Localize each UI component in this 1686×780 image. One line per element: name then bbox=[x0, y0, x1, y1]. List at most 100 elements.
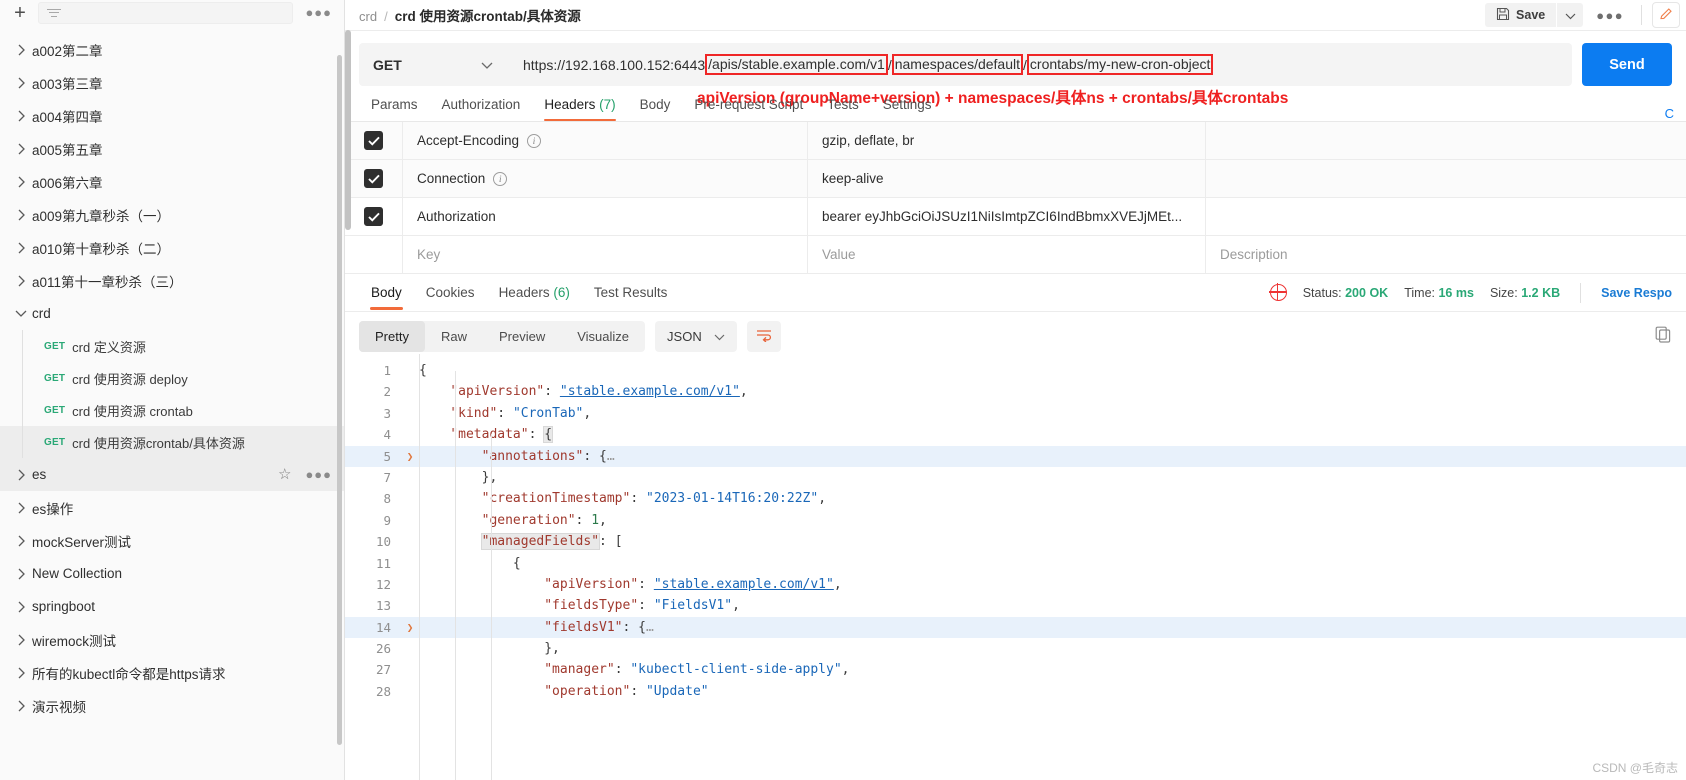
collection-row[interactable]: a004第四章 bbox=[0, 99, 344, 132]
code-line: 26 }, bbox=[345, 638, 1686, 659]
code-line: 5 ❯ "annotations": {… bbox=[345, 445, 1686, 467]
collection-row[interactable]: es操作 bbox=[0, 491, 344, 524]
collection-row[interactable]: 演示视频 bbox=[0, 689, 344, 722]
line-number: 27 bbox=[375, 662, 391, 678]
tab-settings[interactable]: Settings bbox=[871, 97, 944, 121]
code-text: }, bbox=[419, 638, 560, 659]
view-mode-visualize[interactable]: Visualize bbox=[561, 321, 645, 352]
save-button[interactable]: Save bbox=[1485, 3, 1557, 27]
header-key-cell[interactable]: Authorization bbox=[403, 197, 808, 236]
collection-row[interactable]: mockServer测试 bbox=[0, 524, 344, 557]
response-tab-test-results[interactable]: Test Results bbox=[582, 274, 680, 312]
checkbox-checked[interactable] bbox=[364, 207, 383, 226]
cookies-link[interactable]: C bbox=[1665, 106, 1686, 121]
header-key-placeholder-cell[interactable]: Key bbox=[403, 235, 808, 274]
line-number: 1 bbox=[383, 363, 391, 378]
value-placeholder: Value bbox=[822, 247, 856, 262]
sidebar-scrollbar[interactable] bbox=[337, 55, 342, 745]
view-mode-raw[interactable]: Raw bbox=[425, 321, 483, 352]
star-icon[interactable]: ☆ bbox=[278, 467, 291, 482]
table-row[interactable]: Connection i keep-alive bbox=[345, 159, 1686, 198]
edit-button[interactable] bbox=[1652, 2, 1680, 28]
line-number: 8 bbox=[383, 491, 391, 507]
row-more-button[interactable]: ●●● bbox=[301, 467, 336, 482]
header-description-cell[interactable] bbox=[1206, 122, 1686, 160]
tab-authorization[interactable]: Authorization bbox=[430, 97, 533, 121]
view-mode-group: Pretty Raw Preview Visualize bbox=[359, 320, 646, 352]
checkbox-checked[interactable] bbox=[364, 131, 383, 150]
response-tab-headers[interactable]: Headers (6) bbox=[487, 274, 582, 312]
request-item-selected[interactable]: GET crd 使用资源crontab/具体资源 bbox=[0, 426, 344, 458]
header-key-cell[interactable]: Connection i bbox=[403, 159, 808, 198]
header-value-cell[interactable]: bearer eyJhbGciOiJSUzI1NiIsImtpZCI6IndBb… bbox=[808, 197, 1206, 236]
collection-row[interactable]: a011第十一章秒杀（三） bbox=[0, 264, 344, 297]
header-value-placeholder-cell[interactable]: Value bbox=[808, 235, 1206, 274]
response-format-select[interactable]: JSON bbox=[655, 320, 737, 352]
code-token: : bbox=[599, 534, 615, 550]
code-token: "apiVersion" bbox=[544, 576, 639, 592]
collection-row[interactable]: a005第五章 bbox=[0, 132, 344, 165]
code-text: "creationTimestamp": "2023-01-14T16:20:2… bbox=[419, 488, 826, 509]
collection-row[interactable]: a003第三章 bbox=[0, 66, 344, 99]
copy-icon[interactable] bbox=[1655, 326, 1672, 346]
tab-prerequest-script[interactable]: Pre-request Script bbox=[682, 97, 815, 121]
save-dropdown-button[interactable] bbox=[1557, 3, 1584, 27]
collection-row-es[interactable]: es ☆ ●●● bbox=[0, 458, 344, 491]
collection-label: 所有的kubectl命令都是https请求 bbox=[32, 666, 226, 682]
tab-headers[interactable]: Headers (7) bbox=[532, 97, 627, 121]
request-item[interactable]: GET crd 定义资源 bbox=[0, 330, 344, 362]
new-item-button[interactable]: + bbox=[10, 3, 30, 23]
tab-params[interactable]: Params bbox=[359, 97, 430, 121]
response-tab-headers-count: (6) bbox=[553, 285, 570, 300]
chevron-right-icon[interactable]: ❯ bbox=[401, 617, 419, 638]
collection-row[interactable]: New Collection bbox=[0, 557, 344, 590]
collection-row[interactable]: 所有的kubectl命令都是https请求 bbox=[0, 656, 344, 689]
response-body-code[interactable]: 1{2 "apiVersion": "stable.example.com/v1… bbox=[345, 354, 1686, 780]
tab-tests[interactable]: Tests bbox=[815, 97, 871, 121]
table-row[interactable]: Authorization bearer eyJhbGciOiJSUzI1NiI… bbox=[345, 197, 1686, 236]
collection-row[interactable]: springboot bbox=[0, 590, 344, 623]
view-mode-pretty[interactable]: Pretty bbox=[359, 320, 425, 352]
http-method-select[interactable]: GET bbox=[359, 43, 507, 86]
main-scrollbar[interactable] bbox=[345, 30, 351, 230]
collection-row[interactable]: a010第十章秒杀（二） bbox=[0, 231, 344, 264]
view-mode-preview[interactable]: Preview bbox=[483, 321, 561, 352]
code-token: "FieldsV1" bbox=[653, 598, 733, 614]
response-body-actions bbox=[1655, 326, 1672, 346]
info-icon[interactable]: i bbox=[527, 133, 542, 148]
collection-row[interactable]: a006第六章 bbox=[0, 165, 344, 198]
response-tab-cookies[interactable]: Cookies bbox=[414, 274, 487, 312]
divider bbox=[1641, 5, 1642, 25]
filter-input[interactable] bbox=[38, 1, 294, 24]
header-description-cell[interactable] bbox=[1206, 198, 1686, 236]
table-row[interactable]: Accept-Encoding i gzip, deflate, br bbox=[345, 121, 1686, 160]
send-button[interactable]: Send bbox=[1582, 43, 1672, 86]
checkbox-checked[interactable] bbox=[364, 169, 383, 188]
tab-headers-count: (7) bbox=[599, 97, 616, 112]
chevron-right-icon[interactable]: ❯ bbox=[401, 446, 419, 467]
header-value-cell[interactable]: keep-alive bbox=[808, 159, 1206, 198]
code-text: }, bbox=[419, 467, 498, 488]
code-token: , bbox=[599, 512, 607, 528]
tab-body[interactable]: Body bbox=[628, 97, 683, 121]
collection-row-crd[interactable]: crd bbox=[0, 297, 344, 330]
wrap-lines-button[interactable] bbox=[746, 320, 781, 352]
collection-row[interactable]: wiremock测试 bbox=[0, 623, 344, 656]
header-description-placeholder-cell[interactable]: Description bbox=[1206, 236, 1686, 274]
header-description-cell[interactable] bbox=[1206, 160, 1686, 198]
collection-row[interactable]: a002第二章 bbox=[0, 33, 344, 66]
response-tab-body[interactable]: Body bbox=[359, 274, 414, 312]
request-item[interactable]: GET crd 使用资源 crontab bbox=[0, 394, 344, 426]
collection-row[interactable]: a009第九章秒杀（一） bbox=[0, 198, 344, 231]
request-item[interactable]: GET crd 使用资源 deploy bbox=[0, 362, 344, 394]
sidebar-more-button[interactable]: ●●● bbox=[301, 5, 336, 20]
breadcrumb-parent[interactable]: crd bbox=[359, 9, 377, 24]
request-more-button[interactable]: ●●● bbox=[1583, 8, 1637, 23]
url-input[interactable]: https://192.168.100.152:6443/apis/stable… bbox=[507, 43, 1572, 86]
save-response-button[interactable]: Save Respo bbox=[1601, 286, 1672, 300]
info-icon[interactable]: i bbox=[493, 171, 508, 186]
header-key-cell[interactable]: Accept-Encoding i bbox=[403, 121, 808, 160]
table-row-empty[interactable]: Key Value Description bbox=[345, 235, 1686, 274]
header-value-cell[interactable]: gzip, deflate, br bbox=[808, 121, 1206, 160]
chevron-down-icon bbox=[714, 329, 725, 344]
